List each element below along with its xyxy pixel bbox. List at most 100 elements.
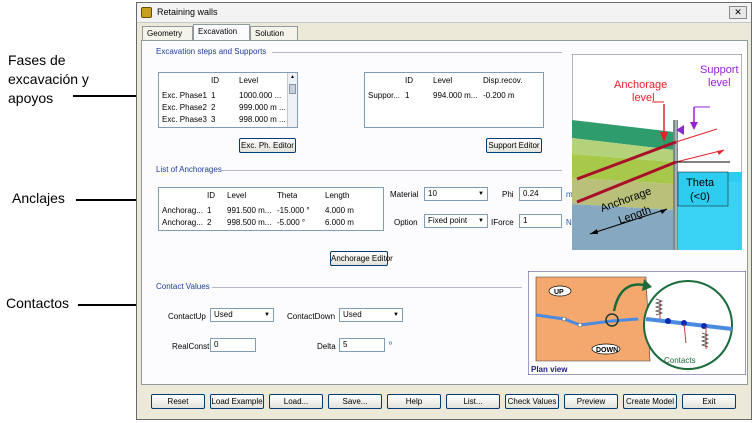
anchorages-header-theta: Theta xyxy=(277,191,298,200)
plan-view-diagram: UP DOWN Contacts Plan view xyxy=(528,271,746,375)
plan-view-label: Plan view xyxy=(531,365,568,374)
retaining-walls-window: Retaining walls ✕ Geometry 2D Excavation… xyxy=(136,2,752,420)
tab-solution-2d[interactable]: Solution 2D xyxy=(250,26,298,51)
chevron-down-icon[interactable]: ▼ xyxy=(391,310,401,320)
supports-row-id[interactable]: 1 xyxy=(405,91,409,100)
phases-row-name[interactable]: Exc. Phase2 xyxy=(162,103,207,112)
delta-unit: º xyxy=(389,340,392,349)
option-select[interactable]: Fixed point ▼ xyxy=(424,214,488,228)
iforce-label: IForce xyxy=(491,218,514,227)
excavation-panel: Excavation steps and Supports ID Level E… xyxy=(141,40,748,385)
svg-text:(<0): (<0) xyxy=(690,191,710,203)
anchorage-row-length[interactable]: 4.000 m xyxy=(325,206,354,215)
exit-button[interactable]: Exit xyxy=(682,394,736,409)
support-editor-button[interactable]: Support Editor xyxy=(486,138,542,153)
phase-editor-button[interactable]: Exc. Ph. Editor xyxy=(239,138,296,153)
app-icon xyxy=(141,7,152,18)
load-button[interactable]: Load... xyxy=(269,394,323,409)
tab-excavation-2d[interactable]: Excavation 2D xyxy=(193,24,250,49)
anchorages-section-title: List of Anchorages xyxy=(156,165,222,174)
contact-down-label: ContactDown xyxy=(287,312,336,321)
contact-down-select[interactable]: Used ▼ xyxy=(339,308,403,322)
svg-text:level: level xyxy=(708,77,731,89)
supports-row-level[interactable]: 994.000 m... xyxy=(433,91,477,100)
tab-geometry-2d[interactable]: Geometry 2D xyxy=(142,26,193,51)
phi-input[interactable]: 0.24 xyxy=(519,187,562,201)
phases-header-id: ID xyxy=(211,76,219,85)
phases-row-name[interactable]: Exc. Phase3 xyxy=(162,115,207,124)
scroll-up-icon[interactable]: ▲ xyxy=(288,73,297,82)
phases-row-level[interactable]: 998.000 m ... xyxy=(239,115,291,124)
scroll-thumb[interactable] xyxy=(289,84,296,94)
anchorage-row-level[interactable]: 998.500 m... xyxy=(227,218,271,227)
realconst-input[interactable]: 0 xyxy=(210,338,256,352)
realconst-label: RealConst xyxy=(172,342,210,351)
phases-row-name[interactable]: Exc. Phase1 xyxy=(162,91,207,100)
theta-label: Theta xyxy=(686,177,715,189)
anchorage-level-label: Anchorage xyxy=(614,79,667,91)
down-label: DOWN xyxy=(596,347,618,354)
phases-row-id[interactable]: 3 xyxy=(211,115,215,124)
anchorage-row-theta[interactable]: -15.000 ° xyxy=(277,206,310,215)
create-model-button[interactable]: Create Model xyxy=(623,394,677,409)
phases-header-level: Level xyxy=(239,76,259,85)
anchorages-table[interactable]: ID Level Theta Length Anchorag... 1 991.… xyxy=(158,187,384,231)
retaining-wall-diagram: Anchorage level Support level Theta (<0)… xyxy=(572,54,742,250)
anchorages-header-level: Level xyxy=(227,191,247,200)
window-title: Retaining walls xyxy=(157,7,218,17)
contacts-label: Contacts xyxy=(664,356,696,365)
load-example-button[interactable]: Load Example xyxy=(210,394,264,409)
anchorage-editor-button[interactable]: Anchorage Editor xyxy=(330,251,393,266)
option-label: Option xyxy=(394,218,418,227)
supports-row-disp[interactable]: -0.200 m xyxy=(483,91,515,100)
phases-row-level[interactable]: 999.000 m ... xyxy=(239,103,291,112)
phi-label: Phi xyxy=(502,190,514,199)
anchorage-row-name[interactable]: Anchorag... xyxy=(162,218,203,227)
phases-table[interactable]: ID Level Exc. Phase1 1 1000.000 ... Exc.… xyxy=(158,72,298,128)
anchorage-row-level[interactable]: 991.500 m... xyxy=(227,206,271,215)
help-button[interactable]: Help xyxy=(387,394,441,409)
excavation-section-title: Excavation steps and Supports xyxy=(156,47,267,56)
list-button[interactable]: List... xyxy=(446,394,500,409)
anchorage-row-length[interactable]: 6.000 m xyxy=(325,218,354,227)
supports-header-id: ID xyxy=(405,76,413,85)
anchorage-row-id[interactable]: 1 xyxy=(207,206,211,215)
supports-table[interactable]: ID Level Disp.recov. Suppor... 1 994.000… xyxy=(364,72,544,128)
delta-input[interactable]: 5 xyxy=(339,338,385,352)
chevron-down-icon[interactable]: ▼ xyxy=(262,310,272,320)
supports-row-name[interactable]: Suppor... xyxy=(368,91,400,100)
phases-row-id[interactable]: 1 xyxy=(211,91,215,100)
preview-button[interactable]: Preview xyxy=(564,394,618,409)
anchorage-row-id[interactable]: 2 xyxy=(207,218,211,227)
up-label: UP xyxy=(554,289,564,296)
section-divider xyxy=(222,170,562,171)
check-values-button[interactable]: Check Values xyxy=(505,394,559,409)
anchorages-header-id: ID xyxy=(207,191,215,200)
contacts-section-title: Contact Values xyxy=(156,282,210,291)
phases-row-id[interactable]: 2 xyxy=(211,103,215,112)
supports-header-disp: Disp.recov. xyxy=(483,76,523,85)
material-select[interactable]: 10 ▼ xyxy=(424,187,488,201)
contact-up-label: ContactUp xyxy=(168,312,206,321)
reset-button[interactable]: Reset xyxy=(151,394,205,409)
close-button[interactable]: ✕ xyxy=(729,6,747,19)
phases-scrollbar[interactable]: ▲ xyxy=(287,73,297,127)
chevron-down-icon[interactable]: ▼ xyxy=(476,216,486,226)
anchorage-row-name[interactable]: Anchorag... xyxy=(162,206,203,215)
iforce-unit: N xyxy=(566,218,572,227)
svg-text:level: level xyxy=(632,92,655,104)
title-bar: Retaining walls ✕ xyxy=(137,3,751,23)
iforce-input[interactable]: 1 xyxy=(519,214,562,228)
phases-row-level[interactable]: 1000.000 ... xyxy=(239,91,291,100)
contact-up-select[interactable]: Used ▼ xyxy=(210,308,274,322)
annotation-anchors: Anclajes xyxy=(12,190,65,206)
delta-label: Delta xyxy=(317,342,336,351)
chevron-down-icon[interactable]: ▼ xyxy=(476,189,486,199)
save-button[interactable]: Save... xyxy=(328,394,382,409)
annotation-contacts: Contactos xyxy=(6,295,70,311)
material-label: Material xyxy=(390,190,419,199)
anchorage-row-theta[interactable]: -5.000 ° xyxy=(277,218,305,227)
supports-header-level: Level xyxy=(433,76,453,85)
anchorages-header-length: Length xyxy=(325,191,350,200)
annotation-phases: Fases de excavación y apoyos xyxy=(8,52,89,106)
